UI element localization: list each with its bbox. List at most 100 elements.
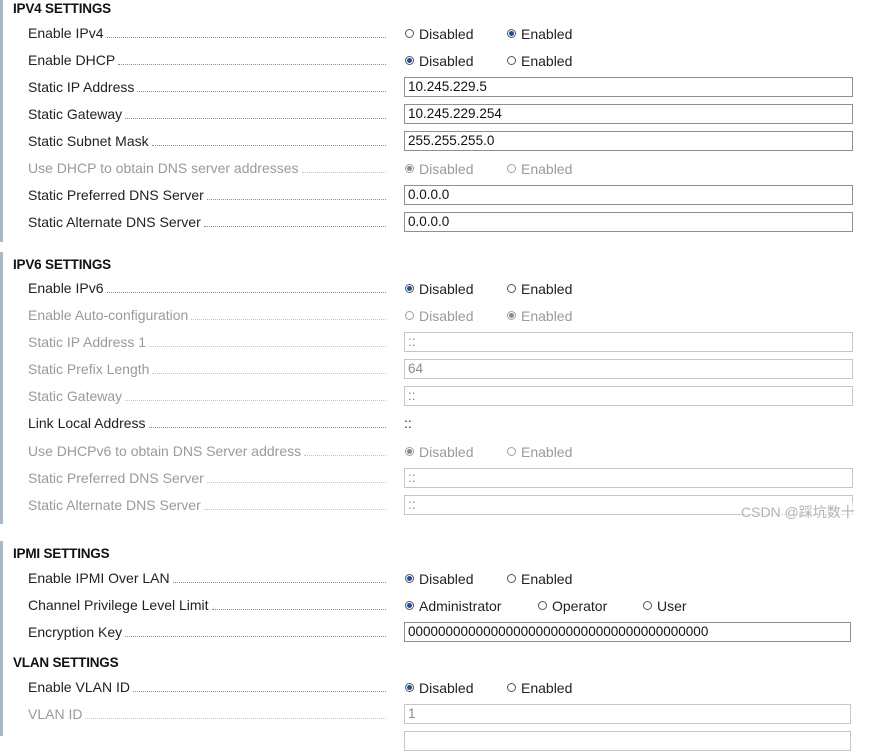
ipv4-dhcp-dns-disabled-radio[interactable]: Disabled xyxy=(405,160,473,177)
vlan-disabled-radio[interactable]: Disabled xyxy=(405,679,473,696)
ipv4-static-gateway-input[interactable]: 10.245.229.254 xyxy=(404,104,853,124)
ipmi-settings-title: IPMI SETTINGS xyxy=(13,546,110,561)
privilege-level-row: Channel Privilege Level Limit Administra… xyxy=(0,592,869,619)
auto-config-disabled-radio[interactable]: Disabled xyxy=(405,307,473,324)
ipv6-prefix-length-label: Static Prefix Length xyxy=(28,361,150,377)
radio-checked-icon xyxy=(405,164,414,173)
ipv6-static-ip1-label: Static IP Address 1 xyxy=(28,334,147,350)
csdn-watermark: CSDN @踩坑数十 xyxy=(741,502,855,522)
ipv6-settings-title: IPV6 SETTINGS xyxy=(13,257,111,272)
ipv4-settings-section: IPV4 SETTINGS Enable IPv4 Disabled Enabl… xyxy=(0,0,869,242)
radio-icon xyxy=(405,29,414,38)
radio-icon xyxy=(507,284,516,293)
link-local-value: :: xyxy=(404,415,412,431)
enable-ipv6-label: Enable IPv6 xyxy=(28,280,104,296)
ipv4-static-ip-label: Static IP Address xyxy=(28,79,135,95)
ipv6-prefix-length-input[interactable]: 64 xyxy=(404,359,853,379)
auto-config-label: Enable Auto-configuration xyxy=(28,307,189,323)
enable-vlan-row: Enable VLAN ID Disabled Enabled xyxy=(0,674,869,701)
ipv4-static-subnet-row: Static Subnet Mask 255.255.255.0 xyxy=(0,128,869,155)
encryption-key-label: Encryption Key xyxy=(28,624,123,640)
ipv6-pref-dns-input[interactable]: :: xyxy=(404,468,853,488)
ipv4-static-subnet-input[interactable]: 255.255.255.0 xyxy=(404,131,853,151)
ipv4-static-gateway-row: Static Gateway 10.245.229.254 xyxy=(0,101,869,128)
ipmi-over-lan-label: Enable IPMI Over LAN xyxy=(28,570,170,586)
enable-ipv4-row: Enable IPv4 Disabled Enabled xyxy=(0,20,869,47)
ipv6-static-gateway-row: Static Gateway :: xyxy=(0,383,869,410)
radio-checked-icon xyxy=(405,447,414,456)
privilege-level-label: Channel Privilege Level Limit xyxy=(28,597,209,613)
ipv6-prefix-length-row: Static Prefix Length 64 xyxy=(0,356,869,383)
ipv4-static-ip-row: Static IP Address 10.245.229.5 xyxy=(0,74,869,101)
radio-icon xyxy=(507,164,516,173)
radio-checked-icon xyxy=(405,284,414,293)
enable-dhcp-label: Enable DHCP xyxy=(28,52,116,68)
partial-next-input[interactable] xyxy=(404,731,851,751)
ipv6-static-ip1-input[interactable]: :: xyxy=(404,332,853,352)
enable-dhcp-enabled-radio[interactable]: Enabled xyxy=(507,52,572,69)
enable-dhcp-disabled-radio[interactable]: Disabled xyxy=(405,52,473,69)
enable-ipv6-disabled-radio[interactable]: Disabled xyxy=(405,280,473,297)
vlan-id-row: VLAN ID 1 xyxy=(0,701,869,728)
radio-icon xyxy=(507,56,516,65)
ipv6-alt-dns-label: Static Alternate DNS Server xyxy=(28,497,201,513)
radio-checked-icon xyxy=(507,311,516,320)
dhcpv6-dns-enabled-radio[interactable]: Enabled xyxy=(507,443,572,460)
vlan-settings-title: VLAN SETTINGS xyxy=(13,655,119,670)
ipmi-lan-disabled-radio[interactable]: Disabled xyxy=(405,570,473,587)
ipv6-static-gateway-input[interactable]: :: xyxy=(404,386,853,406)
vlan-id-label: VLAN ID xyxy=(28,706,83,722)
ipv4-pref-dns-input[interactable]: 0.0.0.0 xyxy=(404,185,853,205)
ipv6-alt-dns-row: Static Alternate DNS Server :: xyxy=(0,492,869,519)
radio-icon xyxy=(507,683,516,692)
ipmi-settings-section: IPMI SETTINGS Enable IPMI Over LAN Disab… xyxy=(0,541,869,751)
partial-next-row xyxy=(0,728,869,755)
privilege-user-radio[interactable]: User xyxy=(643,597,687,614)
dhcpv6-dns-disabled-radio[interactable]: Disabled xyxy=(405,443,473,460)
radio-checked-icon xyxy=(405,56,414,65)
ipv6-static-gateway-label: Static Gateway xyxy=(28,388,123,404)
enable-ipv6-enabled-radio[interactable]: Enabled xyxy=(507,280,572,297)
enable-ipv4-enabled-radio[interactable]: Enabled xyxy=(507,25,572,42)
auto-config-row: Enable Auto-configuration Disabled Enabl… xyxy=(0,302,869,329)
ipv4-pref-dns-label: Static Preferred DNS Server xyxy=(28,187,204,203)
encryption-key-input[interactable]: 0000000000000000000000000000000000000000 xyxy=(404,622,851,642)
ipv4-alt-dns-input[interactable]: 0.0.0.0 xyxy=(404,212,853,232)
ipv6-static-ip1-row: Static IP Address 1 :: xyxy=(0,329,869,356)
ipmi-lan-enabled-radio[interactable]: Enabled xyxy=(507,570,572,587)
ipv4-dhcp-dns-enabled-radio[interactable]: Enabled xyxy=(507,160,572,177)
encryption-key-row: Encryption Key 0000000000000000000000000… xyxy=(0,619,869,646)
enable-dhcp-row: Enable DHCP Disabled Enabled xyxy=(0,47,869,74)
radio-checked-icon xyxy=(405,683,414,692)
radio-icon xyxy=(507,447,516,456)
ipv4-dhcp-dns-row: Use DHCP to obtain DNS server addresses … xyxy=(0,155,869,182)
auto-config-enabled-radio[interactable]: Enabled xyxy=(507,307,572,324)
privilege-administrator-radio[interactable]: Administrator xyxy=(405,597,501,614)
radio-checked-icon xyxy=(405,601,414,610)
ipv4-dhcp-dns-label: Use DHCP to obtain DNS server addresses xyxy=(28,160,299,176)
link-local-row: Link Local Address :: xyxy=(0,410,869,437)
radio-icon xyxy=(538,601,547,610)
vlan-enabled-radio[interactable]: Enabled xyxy=(507,679,572,696)
ipv4-static-ip-input[interactable]: 10.245.229.5 xyxy=(404,77,853,97)
ipv4-settings-title: IPV4 SETTINGS xyxy=(13,1,111,16)
vlan-id-input[interactable]: 1 xyxy=(404,704,851,724)
dhcpv6-dns-label: Use DHCPv6 to obtain DNS Server address xyxy=(28,443,302,459)
ipv6-pref-dns-row: Static Preferred DNS Server :: xyxy=(0,465,869,492)
ipv4-alt-dns-row: Static Alternate DNS Server 0.0.0.0 xyxy=(0,209,869,236)
ipv4-static-subnet-label: Static Subnet Mask xyxy=(28,133,149,149)
ipv4-pref-dns-row: Static Preferred DNS Server 0.0.0.0 xyxy=(0,182,869,209)
ipv6-settings-section: IPV6 SETTINGS Enable IPv6 Disabled Enabl… xyxy=(0,252,869,524)
enable-vlan-label: Enable VLAN ID xyxy=(28,679,130,695)
radio-icon xyxy=(507,574,516,583)
ipv4-alt-dns-label: Static Alternate DNS Server xyxy=(28,214,201,230)
ipmi-over-lan-row: Enable IPMI Over LAN Disabled Enabled xyxy=(0,565,869,592)
ipv4-static-gateway-label: Static Gateway xyxy=(28,106,123,122)
dhcpv6-dns-row: Use DHCPv6 to obtain DNS Server address … xyxy=(0,438,869,465)
radio-checked-icon xyxy=(405,574,414,583)
privilege-operator-radio[interactable]: Operator xyxy=(538,597,607,614)
enable-ipv4-disabled-radio[interactable]: Disabled xyxy=(405,25,473,42)
radio-icon xyxy=(405,311,414,320)
ipv6-pref-dns-label: Static Preferred DNS Server xyxy=(28,470,204,486)
radio-checked-icon xyxy=(507,29,516,38)
